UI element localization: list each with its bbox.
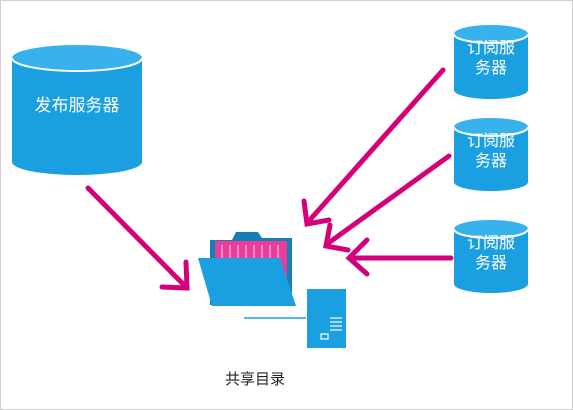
subscriber-3-label-line2: 务器 bbox=[474, 253, 507, 272]
diagram-canvas: 发布服务器 订阅服 务器 订阅服 务器 订阅服 务器 共享目录 bbox=[0, 0, 573, 410]
subscriber-2-label-line1: 订阅服 bbox=[466, 131, 515, 150]
subscriber-2-label-line2: 务器 bbox=[474, 151, 507, 170]
arrow-publisher-to-share bbox=[85, 185, 190, 291]
arrow-subscriber-1-to-share bbox=[301, 67, 446, 227]
shared-directory-label: 共享目录 bbox=[224, 370, 285, 388]
publisher-server-label: 发布服务器 bbox=[34, 96, 120, 116]
arrow-subscriber-3-to-share bbox=[345, 237, 454, 277]
subscriber-server-label-1: 订阅服 务器 bbox=[454, 38, 528, 78]
subscriber-1-label-line1: 订阅服 bbox=[466, 38, 515, 57]
shared-folder-icon bbox=[198, 232, 296, 306]
subscriber-3-label-line1: 订阅服 bbox=[466, 233, 515, 252]
subscriber-1-label-line2: 务器 bbox=[474, 58, 507, 77]
subscriber-server-label-3: 订阅服 务器 bbox=[454, 233, 528, 273]
subscriber-server-label-2: 订阅服 务器 bbox=[454, 131, 528, 171]
arrow-subscriber-2-to-share bbox=[323, 153, 452, 253]
